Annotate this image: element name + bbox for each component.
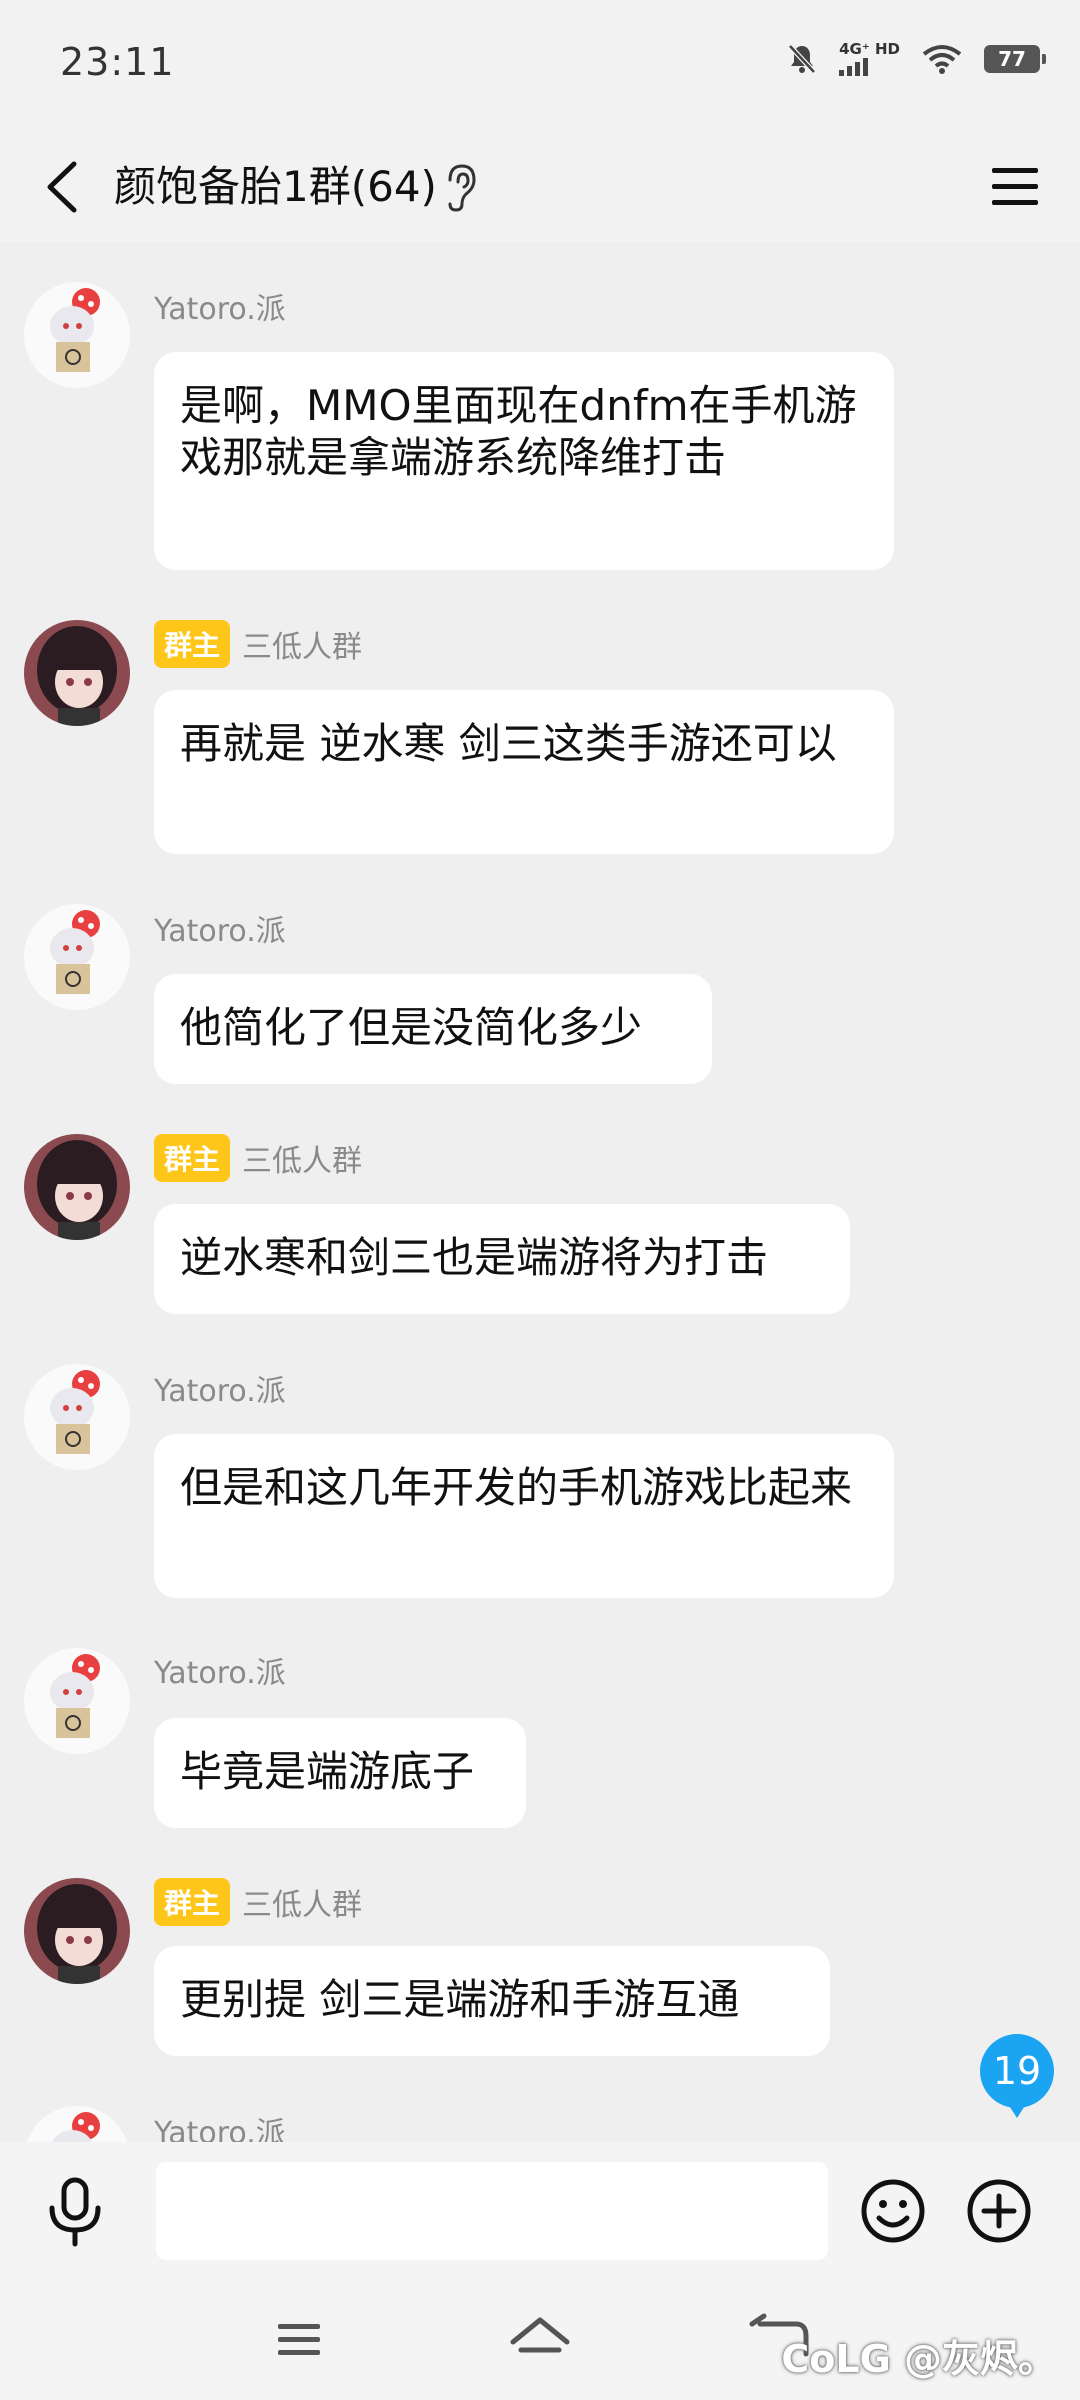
sender-row: Yatoro.派: [154, 2108, 286, 2142]
message-bubble[interactable]: 毕竟是端游底子: [154, 1718, 526, 1828]
back-arrow-icon[interactable]: [34, 152, 94, 222]
message-bubble[interactable]: 再就是 逆水寒 剑三这类手游还可以: [154, 690, 894, 854]
message-bubble[interactable]: 逆水寒和剑三也是端游将为打击: [154, 1204, 850, 1314]
message-bubble[interactable]: 但是和这几年开发的手机游戏比起来: [154, 1434, 894, 1598]
nav-menu-icon[interactable]: [264, 2310, 334, 2370]
network-type: 4G⁺ HD: [839, 40, 900, 58]
cell-signal-icon: [839, 58, 869, 76]
sender-name[interactable]: Yatoro.派: [154, 1648, 286, 1692]
message-input[interactable]: [156, 2162, 828, 2260]
status-time: 23:11: [60, 40, 175, 84]
message-list[interactable]: Yatoro.派 是啊，MMO里面现在dnfm在手机游戏那就是拿端游系统降维打击…: [0, 242, 1080, 2142]
owner-badge: 群主: [154, 1134, 231, 1182]
message-bubble[interactable]: 他简化了但是没简化多少: [154, 974, 712, 1084]
avatar[interactable]: [24, 282, 130, 388]
sender-row: Yatoro.派: [154, 284, 286, 328]
group-title[interactable]: 颜饱备胎1群(64): [114, 152, 437, 222]
sender-name[interactable]: 三低人群: [242, 1136, 362, 1180]
avatar[interactable]: [24, 2106, 130, 2142]
emoji-icon[interactable]: [858, 2176, 928, 2246]
sender-name[interactable]: 三低人群: [242, 622, 362, 666]
battery-indicator: 77: [984, 45, 1046, 73]
avatar[interactable]: [24, 1648, 130, 1754]
sender-name[interactable]: Yatoro.派: [154, 284, 286, 328]
cell-signal: 4G⁺ HD: [839, 42, 900, 76]
avatar[interactable]: [24, 620, 130, 726]
sender-name[interactable]: 三低人群: [242, 1880, 362, 1924]
watermark: CoLG @灰烬。: [781, 2337, 1056, 2381]
avatar[interactable]: [24, 1364, 130, 1470]
message-bubble[interactable]: 更别提 剑三是端游和手游互通: [154, 1946, 830, 2056]
message-bubble[interactable]: 是啊，MMO里面现在dnfm在手机游戏那就是拿端游系统降维打击: [154, 352, 894, 570]
microphone-icon[interactable]: [40, 2172, 110, 2252]
status-icons: 4G⁺ HD 77: [787, 42, 1046, 76]
battery-level: 77: [998, 47, 1026, 71]
owner-badge: 群主: [154, 1878, 231, 1926]
sender-name[interactable]: Yatoro.派: [154, 906, 286, 950]
plus-icon[interactable]: [964, 2176, 1034, 2246]
avatar[interactable]: [24, 1878, 130, 1984]
unread-count-badge[interactable]: 19: [980, 2034, 1054, 2118]
sender-row: Yatoro.派: [154, 906, 286, 950]
owner-badge: 群主: [154, 620, 231, 668]
avatar[interactable]: [24, 1134, 130, 1240]
sender-row: 群主 三低人群: [154, 1878, 362, 1926]
mute-notification-icon: [788, 44, 816, 74]
wifi-icon: [922, 45, 962, 74]
sender-row: 群主 三低人群: [154, 1134, 362, 1182]
status-bar: 23:11 4G⁺ HD 77: [0, 0, 1080, 130]
sender-name[interactable]: Yatoro.派: [154, 1366, 286, 1410]
sender-row: 群主 三低人群: [154, 620, 362, 668]
avatar[interactable]: [24, 904, 130, 1010]
hamburger-menu-icon[interactable]: [980, 152, 1050, 222]
input-bar: [0, 2142, 1080, 2282]
system-nav-bar: CoLG @灰烬。: [0, 2282, 1080, 2400]
sender-row: Yatoro.派: [154, 1366, 286, 1410]
ear-icon[interactable]: [440, 158, 480, 218]
chat-header: 颜饱备胎1群(64): [0, 130, 1080, 242]
sender-row: Yatoro.派: [154, 1648, 286, 1692]
nav-home-icon[interactable]: [505, 2310, 575, 2370]
sender-name[interactable]: Yatoro.派: [154, 2108, 286, 2142]
